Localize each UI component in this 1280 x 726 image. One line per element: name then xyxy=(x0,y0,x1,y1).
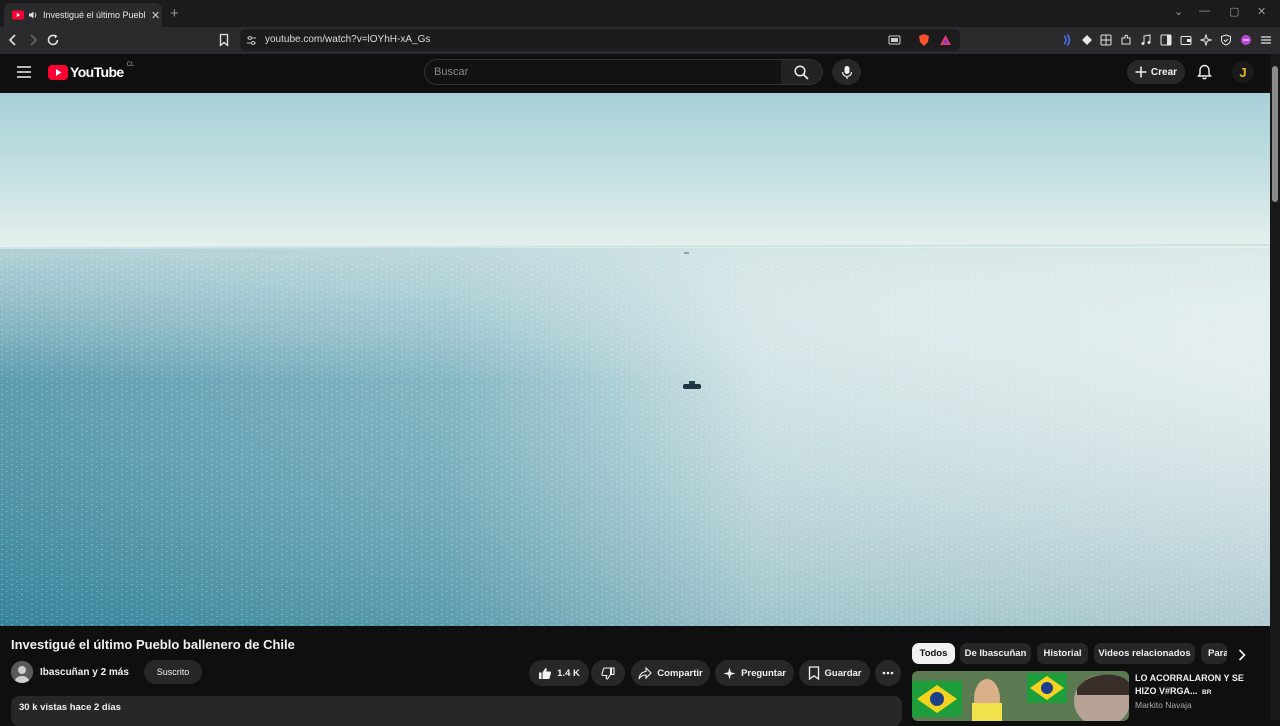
views-and-date: 30 k vistas hace 2 días xyxy=(19,702,121,713)
grid-extension-icon[interactable] xyxy=(1100,34,1112,46)
youtube-logo[interactable]: YouTube CL xyxy=(48,62,135,80)
chip-para-ti[interactable]: Para ti xyxy=(1201,643,1227,664)
chevron-right-icon xyxy=(1238,649,1246,661)
dislike-button[interactable] xyxy=(591,660,625,686)
share-label: Compartir xyxy=(657,667,703,679)
sparkle-icon xyxy=(723,667,736,679)
bell-icon[interactable] xyxy=(1197,64,1212,80)
search-placeholder: Buscar xyxy=(434,66,469,78)
logo-text: YouTube xyxy=(70,64,124,80)
search-input[interactable] xyxy=(424,59,782,85)
tab-close-icon[interactable]: ✕ xyxy=(151,9,160,22)
create-button[interactable]: Crear xyxy=(1127,60,1185,84)
forward-icon[interactable] xyxy=(26,33,40,47)
like-button[interactable]: 1.4 K xyxy=(529,660,589,686)
puzzle-extension-icon[interactable] xyxy=(1120,34,1132,46)
hamburger-icon[interactable] xyxy=(17,66,31,78)
more-horiz-icon xyxy=(882,671,894,675)
share-icon xyxy=(638,666,653,679)
plus-icon xyxy=(1135,66,1147,78)
recommended-channel[interactable]: Markito Navaja xyxy=(1135,700,1192,710)
channel-avatar[interactable] xyxy=(11,661,33,683)
new-tab-button[interactable]: + xyxy=(170,5,179,22)
boat xyxy=(683,384,701,389)
browser-tab[interactable]: Investigué el último Pueblo ballenero de… xyxy=(4,3,162,27)
search-icon xyxy=(794,64,809,80)
create-label: Crear xyxy=(1150,66,1178,78)
back-icon[interactable] xyxy=(6,33,20,47)
brave-rewards-icon[interactable] xyxy=(939,34,952,46)
channel-avatar-icon xyxy=(11,661,33,683)
chip-de-ibascunan[interactable]: De Ibascuñan xyxy=(960,643,1031,664)
tab-search-icon[interactable]: ⌄ xyxy=(1174,5,1183,18)
ask-button[interactable]: Preguntar xyxy=(715,660,794,686)
music-icon[interactable] xyxy=(1140,34,1152,46)
site-settings-icon[interactable] xyxy=(246,35,257,46)
url-text: youtube.com/watch?v=lOYhH-xA_Gs xyxy=(265,34,431,45)
share-button[interactable]: Compartir xyxy=(631,660,710,686)
recommended-thumbnail[interactable] xyxy=(912,671,1129,721)
browser-tab-strip xyxy=(0,0,1280,27)
bookmark-page-icon[interactable] xyxy=(217,33,231,47)
chip-todos[interactable]: Todos xyxy=(912,643,955,664)
save-button[interactable]: Guardar xyxy=(799,660,870,686)
chips-next-button[interactable] xyxy=(1232,645,1252,665)
brave-shield-icon[interactable] xyxy=(917,33,931,47)
video-title: Investigué el último Pueblo ballenero de… xyxy=(11,637,295,652)
voice-search-button[interactable] xyxy=(832,59,861,85)
chip-videos-relacionados[interactable]: Videos relacionados xyxy=(1094,643,1195,664)
tab-title: Investigué el último Pueblo ballenero de… xyxy=(43,10,145,20)
reload-icon[interactable] xyxy=(46,33,60,47)
thumbnail-image xyxy=(912,671,1129,721)
video-frame xyxy=(0,93,1270,626)
maximize-icon[interactable]: ▢ xyxy=(1229,5,1239,18)
youtube-favicon-icon xyxy=(12,10,24,20)
minimize-icon[interactable]: — xyxy=(1199,5,1210,17)
recommended-title[interactable]: LO ACORRALARON Y SE HIZO V#RGA... BR xyxy=(1135,672,1250,699)
vpn-shield-icon[interactable] xyxy=(1220,34,1232,46)
channel-name[interactable]: Ibascuñan y 2 más xyxy=(40,667,129,678)
description-box[interactable]: 30 k vistas hace 2 días xyxy=(11,696,902,726)
like-count: 1.4 K xyxy=(557,667,580,679)
scrollbar-thumb[interactable] xyxy=(1272,66,1278,202)
mic-icon xyxy=(841,65,852,79)
profile-extension-icon[interactable] xyxy=(1240,34,1252,46)
bookmark-icon xyxy=(808,666,819,680)
browser-menu-icon[interactable] xyxy=(1260,34,1272,46)
sidebar-icon[interactable] xyxy=(1160,34,1172,46)
speaker-icon[interactable] xyxy=(28,10,38,20)
thumbs-down-icon xyxy=(601,666,615,680)
subscribed-button[interactable]: Suscrito xyxy=(144,660,202,684)
country-code: CL xyxy=(126,62,135,68)
thumbs-up-icon xyxy=(539,667,552,679)
more-actions-button[interactable] xyxy=(875,660,901,686)
save-label: Guardar xyxy=(824,667,862,679)
wifi-extension-icon[interactable] xyxy=(1060,34,1073,46)
cast-icon[interactable] xyxy=(888,35,901,46)
leo-ai-icon[interactable] xyxy=(1200,34,1212,46)
chip-historial[interactable]: Historial xyxy=(1037,643,1088,664)
youtube-logo-icon xyxy=(48,64,68,80)
wallet-icon[interactable] xyxy=(1180,34,1192,46)
video-player[interactable] xyxy=(0,93,1270,626)
recommended-badge: BR xyxy=(1202,689,1212,696)
ask-label: Preguntar xyxy=(741,667,786,679)
close-window-icon[interactable]: ✕ xyxy=(1257,5,1266,18)
avatar[interactable]: J xyxy=(1232,61,1254,83)
search-button[interactable] xyxy=(781,59,823,85)
diamond-extension-icon[interactable] xyxy=(1081,34,1093,46)
